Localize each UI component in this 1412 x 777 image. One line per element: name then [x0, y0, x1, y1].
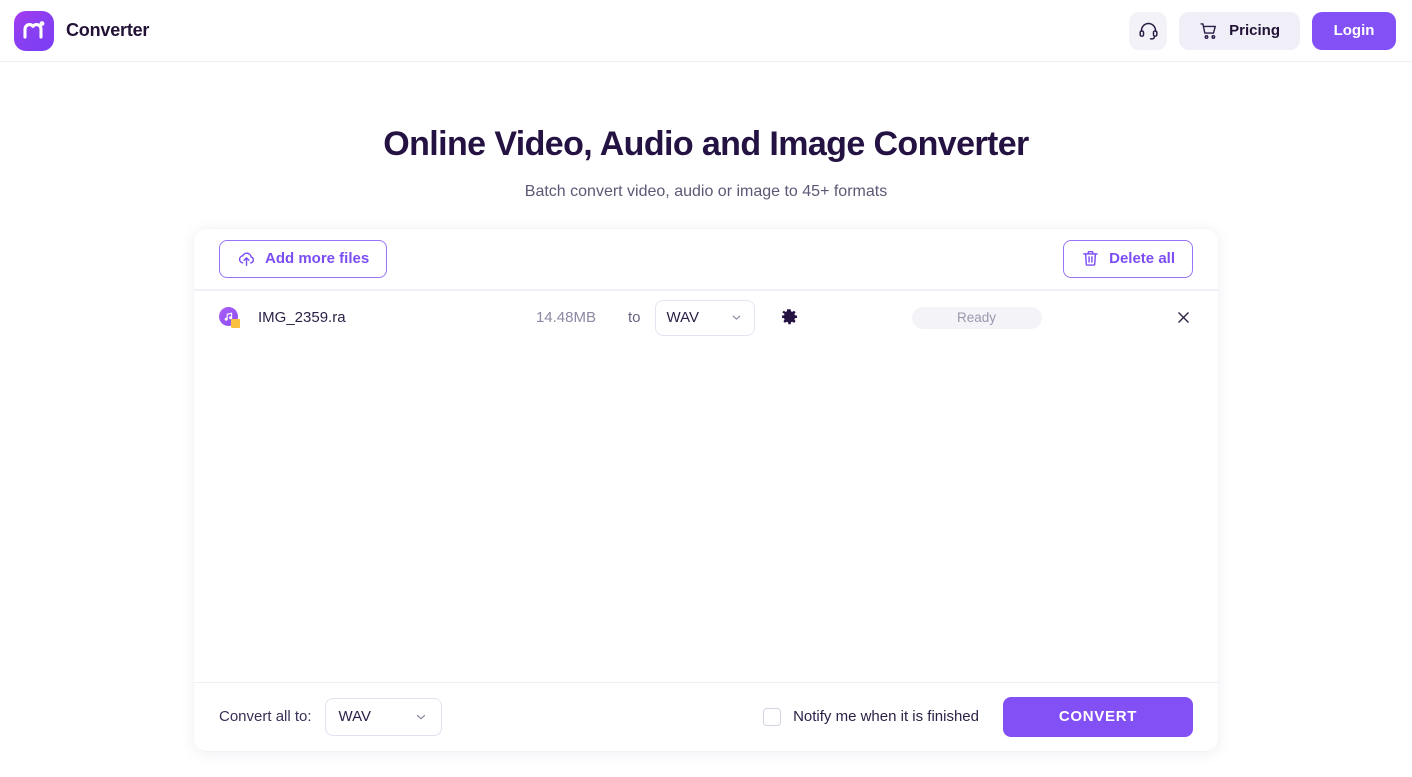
convert-button[interactable]: CONVERT	[1003, 696, 1193, 737]
shopping-cart-icon	[1200, 22, 1217, 39]
brand[interactable]: Converter	[8, 10, 150, 51]
table-row: IMG_2359.ra 14.48MB to WAV Ready	[194, 291, 1218, 345]
delete-all-label: Delete all	[1109, 250, 1175, 268]
page-title: Online Video, Audio and Image Converter	[383, 125, 1029, 163]
file-format-select[interactable]: WAV	[654, 299, 755, 336]
delete-all-button[interactable]: Delete all	[1063, 239, 1193, 278]
notify-toggle[interactable]: Notify me when it is finished	[763, 707, 979, 726]
page-subtitle: Batch convert video, audio or image to 4…	[524, 182, 888, 200]
file-type-badge	[231, 319, 240, 329]
brand-name: Converter	[66, 20, 150, 40]
close-icon	[1177, 312, 1189, 324]
card-footer: Convert all to: WAV Notify me when it is…	[194, 683, 1218, 751]
converter-card-wrapper: Add more files Delete all IMG_2359.ra 14…	[0, 228, 1412, 751]
status-badge: Ready	[911, 306, 1042, 329]
support-button[interactable]	[1129, 11, 1168, 50]
notify-label: Notify me when it is finished	[793, 708, 979, 726]
file-name: IMG_2359.ra	[258, 309, 346, 327]
app-logo	[14, 10, 54, 51]
add-more-files-button[interactable]: Add more files	[219, 239, 388, 278]
to-label: to	[628, 309, 641, 327]
convert-all-label: Convert all to:	[219, 708, 312, 726]
cloud-upload-icon	[238, 252, 254, 267]
login-button[interactable]: Login	[1312, 11, 1396, 50]
gear-icon	[781, 309, 798, 325]
hero-section: Online Video, Audio and Image Converter …	[0, 62, 1412, 201]
header-actions: Pricing Login	[1129, 11, 1396, 50]
converter-card: Add more files Delete all IMG_2359.ra 14…	[194, 228, 1218, 751]
chevron-down-icon	[414, 710, 428, 724]
app-header: Converter Pricing Login	[0, 0, 1412, 62]
headset-icon	[1139, 22, 1158, 40]
convert-all-format-select[interactable]: WAV	[324, 697, 442, 736]
notify-checkbox[interactable]	[763, 707, 782, 726]
file-format-value: WAV	[666, 309, 700, 327]
convert-all-format-value: WAV	[338, 708, 372, 726]
card-toolbar: Add more files Delete all	[194, 229, 1218, 289]
pricing-button[interactable]: Pricing	[1179, 11, 1300, 50]
file-settings-button[interactable]	[780, 308, 800, 328]
file-size: 14.48MB	[535, 309, 596, 327]
chevron-down-icon	[730, 311, 743, 324]
add-more-files-label: Add more files	[265, 250, 370, 268]
trash-icon	[1083, 251, 1098, 267]
pricing-label: Pricing	[1229, 22, 1280, 39]
logo-m-glyph	[23, 20, 45, 39]
remove-file-button[interactable]	[1173, 308, 1193, 328]
audio-file-icon	[219, 307, 240, 329]
file-list: IMG_2359.ra 14.48MB to WAV Ready	[194, 289, 1218, 682]
